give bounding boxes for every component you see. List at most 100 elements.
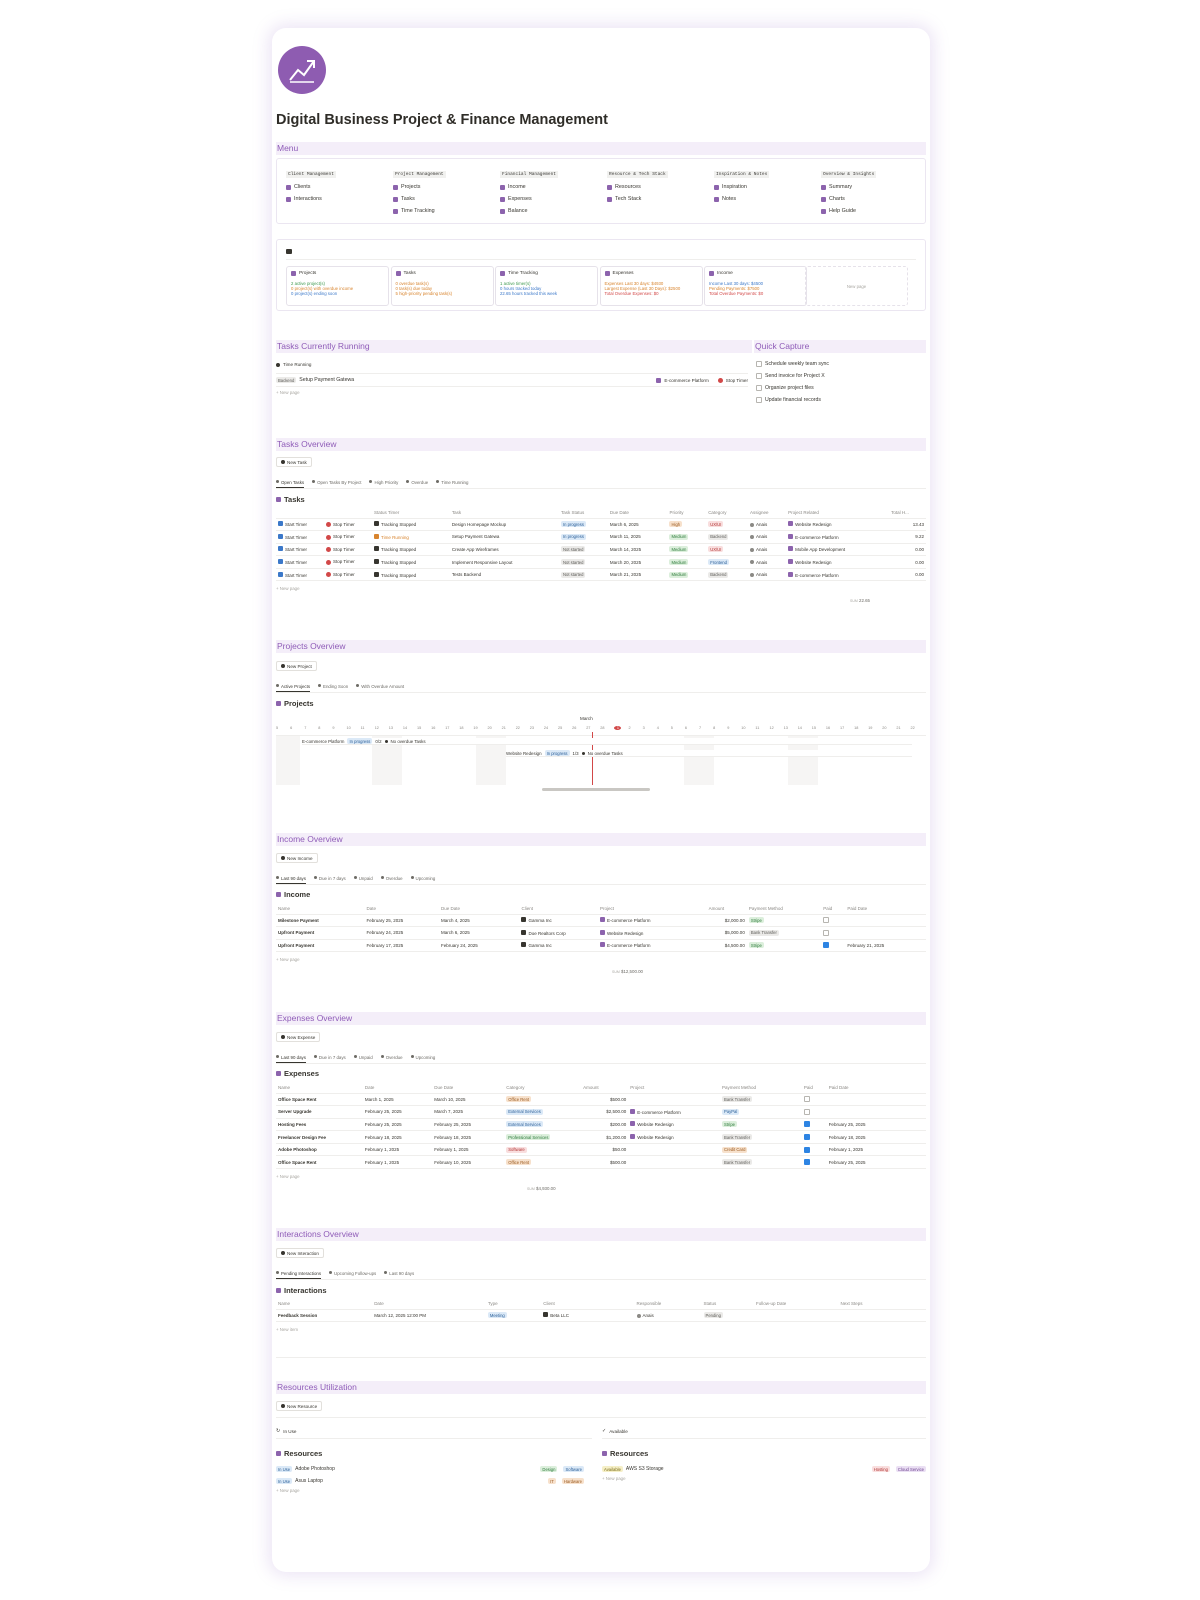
assignee-cell[interactable]: Anais <box>748 568 787 582</box>
summary-card[interactable]: Income Income Last 30 days: $4500 Pending … <box>704 266 807 306</box>
paid-checkbox[interactable] <box>823 917 830 924</box>
menu-item[interactable]: Tasks <box>393 193 493 205</box>
stop-timer-button[interactable]: Stop Timer <box>324 543 372 557</box>
paid-date-cell[interactable]: February 25, 2025 <box>826 1118 926 1132</box>
start-timer-button[interactable]: Start Timer <box>276 568 324 582</box>
project-cell[interactable]: E-commerce Platform <box>628 1105 721 1119</box>
category-cell[interactable]: Software <box>504 1143 582 1157</box>
column-header[interactable]: Due Date <box>432 1083 505 1094</box>
category-cell[interactable]: Backend <box>706 530 749 544</box>
column-header[interactable]: Name <box>276 904 365 915</box>
table-row[interactable]: Adobe Photoshop February 1, 2025 February … <box>276 1143 926 1157</box>
menu-item[interactable]: Clients <box>286 181 386 193</box>
column-header[interactable]: Follow-up Date <box>753 1299 839 1310</box>
checkbox[interactable] <box>756 373 762 379</box>
summary-card[interactable]: Time Tracking 1 active timer(s) 0 hours tr… <box>495 266 598 306</box>
project-cell[interactable]: E-commerce Platform <box>597 939 707 953</box>
menu-item[interactable]: Inspiration <box>714 181 814 193</box>
column-header[interactable]: Client <box>519 904 598 915</box>
expense-name-cell[interactable]: Freelancer Design Fee <box>276 1130 363 1144</box>
in-use-view[interactable]: ↻ In Use <box>276 1428 296 1434</box>
client-cell[interactable]: Beta LLC <box>541 1309 635 1323</box>
paid-cell[interactable] <box>821 926 846 940</box>
menu-item[interactable]: Balance <box>500 205 600 217</box>
expense-name-cell[interactable]: Office Space Rent <box>276 1155 363 1170</box>
assignee-cell[interactable]: Anais <box>748 543 787 557</box>
paid-checkbox[interactable] <box>803 1121 810 1128</box>
view-tab[interactable]: With Overdue Amount <box>356 684 404 692</box>
follow-up-cell[interactable] <box>753 1309 839 1323</box>
project-cell[interactable]: Website Redesign <box>786 518 890 532</box>
column-header[interactable]: Category <box>706 508 749 519</box>
paid-date-cell[interactable] <box>826 1105 926 1119</box>
table-row[interactable]: Server Upgrade February 25, 2025 March 7, … <box>276 1105 926 1119</box>
column-header[interactable]: Paid <box>801 1083 827 1094</box>
due-date-cell[interactable]: March 10, 2025 <box>432 1093 505 1107</box>
menu-item[interactable]: Expenses <box>500 193 600 205</box>
date-cell[interactable]: February 25, 2025 <box>362 1105 433 1119</box>
due-date-cell[interactable]: February 24, 2025 <box>438 939 520 953</box>
start-timer-button[interactable]: Start Timer <box>276 543 324 557</box>
new-income-button[interactable]: New Income <box>276 853 318 863</box>
date-cell[interactable]: March 1, 2025 <box>362 1093 433 1107</box>
view-tab[interactable]: Time Running <box>436 480 468 488</box>
column-header[interactable]: Paid Date <box>845 904 926 915</box>
running-view-tab[interactable]: Time Running <box>276 362 311 367</box>
project-cell[interactable]: Website Redesign <box>628 1118 721 1132</box>
income-new-page[interactable]: + New page <box>276 957 300 962</box>
new-task-button[interactable]: New Task <box>276 457 312 467</box>
category-cell[interactable]: Frontend <box>706 555 749 569</box>
column-header[interactable]: Task <box>449 508 559 519</box>
paid-checkbox[interactable] <box>823 942 830 949</box>
priority-cell[interactable]: Medium <box>667 568 707 582</box>
expense-name-cell[interactable]: Office Space Rent <box>276 1093 363 1107</box>
paid-checkbox[interactable] <box>803 1096 810 1103</box>
category-cell[interactable]: UX/UI <box>706 543 749 557</box>
expense-name-cell[interactable]: Adobe Photoshop <box>276 1143 363 1157</box>
column-header[interactable]: Amount <box>581 1083 629 1094</box>
payment-method-cell[interactable]: Bank Transfer <box>720 1130 802 1144</box>
checkbox[interactable] <box>756 397 762 403</box>
table-row[interactable]: Hosting Fees February 25, 2025 February 25… <box>276 1118 926 1132</box>
column-header[interactable]: Name <box>276 1083 363 1094</box>
view-tab[interactable]: Last 90 days <box>276 1055 306 1063</box>
table-row[interactable]: Milestone Payment February 25, 2025 March … <box>276 914 926 928</box>
due-date-cell[interactable]: March 20, 2025 <box>607 555 668 569</box>
due-date-cell[interactable]: February 1, 2025 <box>432 1143 505 1157</box>
interactions-new-item[interactable]: + New item <box>276 1327 298 1332</box>
timeline-bar-website[interactable]: Website Redesign In progress 1/3 No overdue… <box>506 750 912 757</box>
column-header[interactable]: Next Steps <box>838 1299 926 1310</box>
menu-item[interactable]: Notes <box>714 193 814 205</box>
table-row[interactable]: Feedback Session March 12, 2025 12:00 PM M… <box>276 1309 926 1323</box>
column-header[interactable]: Total H... <box>889 508 926 519</box>
paid-date-cell[interactable] <box>845 926 926 940</box>
priority-cell[interactable]: Medium <box>667 555 707 569</box>
date-cell[interactable]: February 18, 2025 <box>362 1130 433 1144</box>
view-tab[interactable]: Last 90 days <box>384 1271 414 1279</box>
column-header[interactable]: Date <box>362 1083 433 1094</box>
column-header[interactable]: Category <box>504 1083 582 1094</box>
paid-cell[interactable] <box>801 1093 827 1107</box>
stop-timer-button[interactable]: Stop Timer <box>324 568 372 582</box>
checkbox[interactable] <box>756 361 762 367</box>
table-row[interactable]: Office Space Rent February 1, 2025 Februar… <box>276 1155 926 1170</box>
view-tab[interactable]: Open Tasks By Project <box>312 480 361 488</box>
quick-todo[interactable]: Send invoice for Project X <box>756 370 829 382</box>
project-cell[interactable]: Website Redesign <box>597 926 707 940</box>
running-row[interactable]: Backend Setup Payment Gatewa E-commerce … <box>276 377 748 383</box>
running-stop-button[interactable]: Stop Timer <box>726 378 748 383</box>
status-cell[interactable]: Pending <box>701 1309 754 1323</box>
view-tab[interactable]: Overdue <box>380 1055 403 1063</box>
due-date-cell[interactable]: February 18, 2025 <box>432 1130 505 1144</box>
stop-timer-button[interactable]: Stop Timer <box>324 555 372 569</box>
due-date-cell[interactable]: March 7, 2025 <box>432 1105 505 1119</box>
project-cell[interactable]: Website Redesign <box>786 555 890 569</box>
timeline-bar-ecommerce[interactable]: E-commerce Platform In progress 0/2 No over… <box>302 738 912 745</box>
view-tab[interactable]: Upcoming Follow-ups <box>329 1271 376 1279</box>
paid-cell[interactable] <box>821 939 846 953</box>
view-tab[interactable]: Upcoming <box>410 1055 435 1063</box>
start-timer-button[interactable]: Start Timer <box>276 518 324 532</box>
view-tab[interactable]: Unpaid <box>353 1055 373 1063</box>
view-tab[interactable]: Pending Interactions <box>276 1271 322 1279</box>
paid-date-cell[interactable]: February 18, 2025 <box>826 1130 926 1144</box>
